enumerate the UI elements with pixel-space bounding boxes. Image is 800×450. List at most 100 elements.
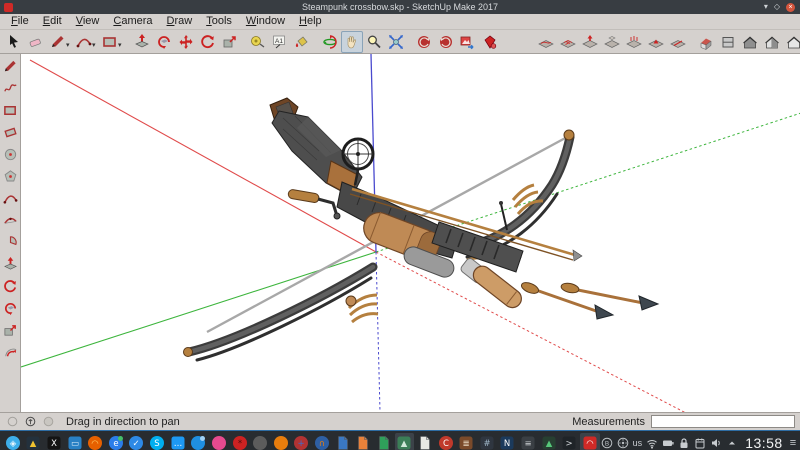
menu-file[interactable]: File <box>4 14 36 29</box>
rotate-tool-button[interactable] <box>1 277 19 295</box>
taskbar-cad-app[interactable]: + <box>292 433 312 450</box>
photo-match-button[interactable] <box>457 31 479 53</box>
viewport-canvas[interactable] <box>21 54 800 412</box>
title-bar[interactable]: Steampunk crossbow.skp - SketchUp Make 2… <box>0 0 800 14</box>
sandbox-flip-edge-button[interactable] <box>667 31 689 53</box>
crossbow-model[interactable] <box>184 98 659 360</box>
taskbar-file-manager[interactable]: ▭ <box>65 433 85 450</box>
orbit-tool-button[interactable] <box>319 31 341 53</box>
measurements-input[interactable] <box>651 415 795 428</box>
taskbar-sketchup[interactable]: ◠ <box>580 433 600 450</box>
taskbar-gimp[interactable] <box>250 433 270 450</box>
minimize-button[interactable]: ▾ <box>764 2 768 12</box>
taskbar-media-app[interactable] <box>209 433 229 450</box>
view-iso-button[interactable] <box>695 31 717 53</box>
rectangle-tool-dropdown[interactable]: ▾ <box>118 41 125 49</box>
taskbar-terminal[interactable]: > <box>559 433 579 450</box>
menu-draw[interactable]: Draw <box>160 14 200 29</box>
position-camera-button[interactable] <box>479 31 501 53</box>
taskbar-document-blue[interactable] <box>333 433 353 450</box>
scale-tool-button[interactable] <box>1 321 19 339</box>
taskbar-blender[interactable] <box>271 433 291 450</box>
zoom-tool-button[interactable] <box>363 31 385 53</box>
taskbar-tasks-app[interactable]: ✓ <box>127 433 147 450</box>
taskbar-system-monitor[interactable]: ▲ <box>539 433 559 450</box>
scale-tool-button[interactable] <box>219 31 241 53</box>
offset-tool-button[interactable] <box>1 343 19 361</box>
taskbar-firefox[interactable]: ◠ <box>85 433 105 450</box>
followme-tool-button[interactable] <box>153 31 175 53</box>
taskbar-calculator[interactable]: # <box>477 433 497 450</box>
taskbar-document-white[interactable] <box>415 433 435 450</box>
taskbar-x-editor[interactable]: X <box>44 433 64 450</box>
line-tool-button[interactable] <box>1 57 19 75</box>
eraser-tool-button[interactable] <box>25 31 47 53</box>
wifi-icon[interactable] <box>646 437 658 449</box>
select-tool-button[interactable] <box>3 31 25 53</box>
caret-up-icon[interactable] <box>726 437 738 449</box>
help-icon[interactable] <box>43 416 54 427</box>
view-top-button[interactable] <box>717 31 739 53</box>
taskbar-skype[interactable]: S <box>147 433 167 450</box>
taskbar-chat-app[interactable]: … <box>168 433 188 450</box>
menu-view[interactable]: View <box>69 14 107 29</box>
taskbar-clock[interactable]: 13:58 <box>745 435 783 450</box>
pushpull-tool-button[interactable] <box>1 255 19 273</box>
volume-icon[interactable] <box>710 437 722 449</box>
followme-tool-button[interactable] <box>1 299 19 317</box>
arc-tool-dropdown[interactable]: ▾ <box>92 41 99 49</box>
freehand-tool-button[interactable] <box>1 79 19 97</box>
taskbar-list-app[interactable]: ≡ <box>518 433 538 450</box>
move-tool-button[interactable] <box>175 31 197 53</box>
sandbox-from-contours-button[interactable] <box>535 31 557 53</box>
zoom-extents-tool-button[interactable] <box>385 31 407 53</box>
view-right-button[interactable] <box>761 31 783 53</box>
taskbar-kde-editor[interactable]: ▲ <box>24 433 44 450</box>
geolocation-icon[interactable] <box>7 416 18 427</box>
taskbar-document-orange[interactable] <box>353 433 373 450</box>
arc-tool-button[interactable] <box>1 189 19 207</box>
menu-tools[interactable]: Tools <box>199 14 239 29</box>
camera-previous-button[interactable] <box>413 31 435 53</box>
text-tool-button[interactable]: A1 <box>269 31 291 53</box>
close-button[interactable]: × <box>786 3 795 12</box>
tape-measure-tool-button[interactable] <box>247 31 269 53</box>
taskbar-c-app[interactable]: C <box>436 433 456 450</box>
claim-credit-icon[interactable] <box>25 416 36 427</box>
taskbar-menu-icon[interactable]: ≡ <box>790 437 796 449</box>
sandbox-drape-button[interactable] <box>623 31 645 53</box>
paint-bucket-tool-button[interactable] <box>291 31 313 53</box>
taskbar-audio-app[interactable]: ∩ <box>312 433 332 450</box>
sandbox-smoove-button[interactable] <box>579 31 601 53</box>
sandbox-stamp-button[interactable] <box>601 31 623 53</box>
menu-edit[interactable]: Edit <box>36 14 69 29</box>
view-back-button[interactable] <box>783 31 800 53</box>
taskbar-messenger[interactable] <box>188 433 208 450</box>
taskbar-image-viewer[interactable]: ▲ <box>395 433 415 450</box>
polygon-tool-button[interactable] <box>1 167 19 185</box>
taskbar-app-launcher[interactable]: ◈ <box>3 433 23 450</box>
taskbar-red-app[interactable]: * <box>230 433 250 450</box>
menu-window[interactable]: Window <box>239 14 292 29</box>
view-front-button[interactable] <box>739 31 761 53</box>
line-tool-dropdown[interactable]: ▾ <box>66 41 73 49</box>
camera-next-button[interactable] <box>435 31 457 53</box>
bluetooth-status-icon[interactable]: B <box>601 437 613 449</box>
battery-icon[interactable] <box>662 437 674 449</box>
taskbar-browser[interactable]: e <box>106 433 126 450</box>
maximize-button[interactable]: ◇ <box>774 2 780 12</box>
circle-tool-button[interactable] <box>1 145 19 163</box>
sandbox-add-detail-button[interactable] <box>645 31 667 53</box>
rectangle-tool-button[interactable] <box>1 101 19 119</box>
rotated-rectangle-tool-button[interactable] <box>1 123 19 141</box>
taskbar-document-green[interactable] <box>374 433 394 450</box>
calendar-icon[interactable] <box>694 437 706 449</box>
sandbox-from-scratch-button[interactable] <box>557 31 579 53</box>
two-point-arc-tool-button[interactable] <box>1 211 19 229</box>
rotate-tool-button[interactable] <box>197 31 219 53</box>
taskbar-library-app[interactable]: ≣ <box>456 433 476 450</box>
lock-icon[interactable] <box>678 437 690 449</box>
pan-tool-button[interactable] <box>341 31 363 53</box>
taskbar-notes-app[interactable]: N <box>498 433 518 450</box>
menu-help[interactable]: Help <box>292 14 329 29</box>
